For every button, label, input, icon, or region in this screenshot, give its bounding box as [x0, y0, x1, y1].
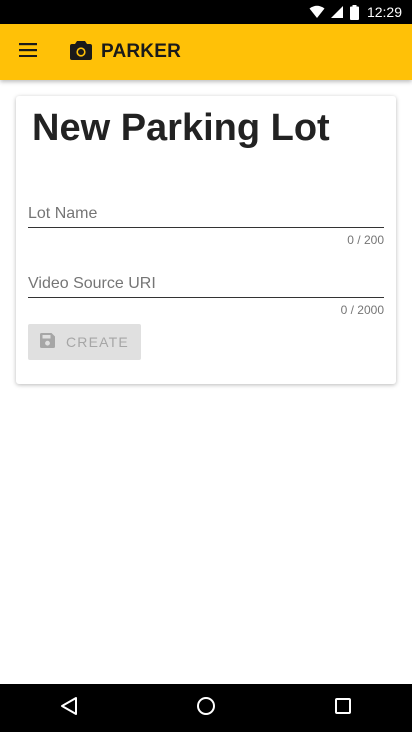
- battery-icon: [349, 4, 359, 20]
- home-icon: [196, 696, 216, 721]
- wifi-icon: [309, 5, 325, 19]
- lot-name-field: 0 / 200: [28, 200, 384, 247]
- create-button-label: CREATE: [66, 334, 129, 350]
- menu-button[interactable]: [8, 32, 48, 72]
- recents-icon: [334, 697, 352, 720]
- video-uri-counter: 0 / 2000: [340, 303, 384, 317]
- status-time: 12:29: [366, 4, 402, 20]
- brand: PARKER: [70, 40, 181, 65]
- recents-button[interactable]: [319, 684, 367, 732]
- app-title: PARKER: [101, 41, 182, 62]
- video-uri-input[interactable]: [28, 270, 384, 298]
- back-icon: [60, 696, 78, 721]
- lot-name-input[interactable]: [28, 200, 384, 228]
- save-icon: [40, 333, 55, 351]
- page-title: New Parking Lot: [32, 107, 330, 149]
- status-bar: 12:29: [0, 0, 412, 24]
- navigation-bar: [0, 684, 412, 732]
- video-uri-field: 0 / 2000: [28, 270, 384, 317]
- create-button[interactable]: CREATE: [28, 324, 141, 360]
- signal-icon: [330, 5, 344, 19]
- back-button[interactable]: [45, 684, 93, 732]
- lot-name-counter: 0 / 200: [347, 233, 384, 247]
- app-bar: PARKER: [0, 24, 412, 80]
- new-lot-card: New Parking Lot 0 / 200 0 / 2000 CREATE: [16, 96, 396, 384]
- camera-icon: [70, 40, 92, 65]
- menu-icon: [19, 42, 37, 62]
- status-icons: [309, 4, 359, 20]
- home-button[interactable]: [182, 684, 230, 732]
